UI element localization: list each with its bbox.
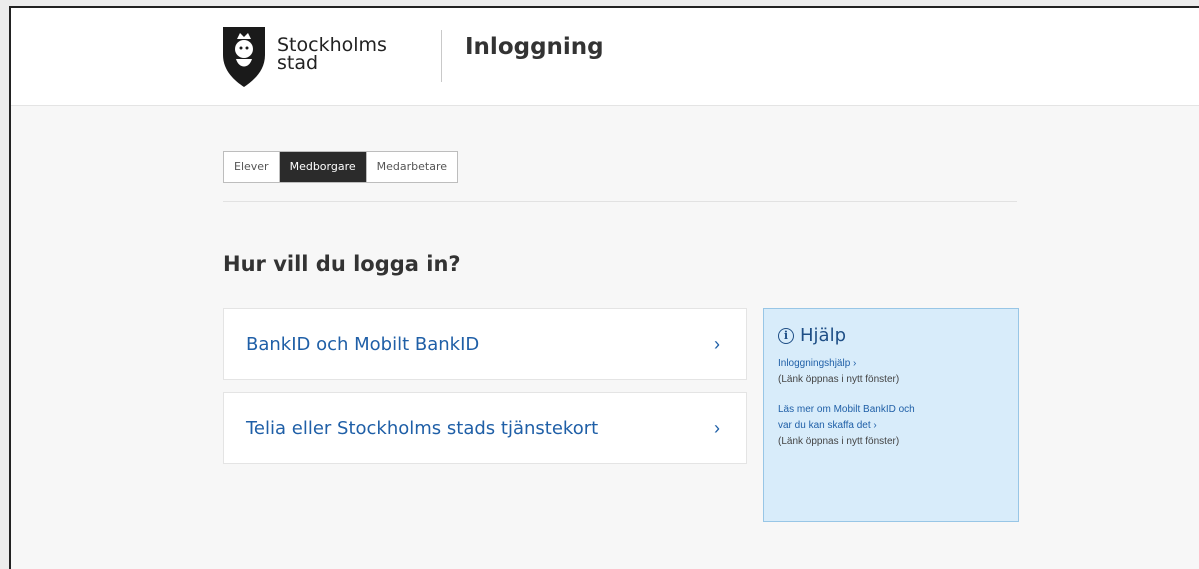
user-type-tabs: Elever Medborgare Medarbetare — [223, 151, 458, 183]
login-help-link[interactable]: Inloggningshjälp › — [778, 356, 1004, 372]
help-title-text: Hjälp — [800, 325, 846, 346]
chevron-right-icon: › — [714, 417, 720, 438]
divider — [223, 201, 1017, 202]
header-divider — [441, 30, 442, 82]
bankid-option-label: BankID och Mobilt BankID — [246, 333, 480, 355]
bankid-option[interactable]: BankID och Mobilt BankID › — [223, 308, 747, 380]
header: Stockholms stad Inloggning — [11, 8, 1199, 106]
logo-line2: stad — [277, 52, 319, 74]
login-question-heading: Hur vill du logga in? — [223, 252, 461, 276]
help-box: i Hjälp Inloggningshjälp › (Länk öppnas … — [763, 308, 1019, 522]
stockholm-shield-icon — [223, 27, 265, 87]
help-note-2: (Länk öppnas i nytt fönster) — [778, 436, 900, 447]
browser-frame: Stockholms stad Inloggning Elever Medbor… — [9, 6, 1199, 569]
tjanstekort-option-label: Telia eller Stockholms stads tjänstekort — [246, 417, 599, 439]
help-title: i Hjälp — [778, 325, 1004, 346]
help-note-1: (Länk öppnas i nytt fönster) — [778, 374, 900, 385]
info-icon: i — [778, 327, 794, 344]
tab-elever[interactable]: Elever — [224, 152, 279, 182]
page-title: Inloggning — [465, 34, 604, 60]
tab-medborgare[interactable]: Medborgare — [278, 152, 366, 182]
tjanstekort-option[interactable]: Telia eller Stockholms stads tjänstekort… — [223, 392, 747, 464]
tab-medarbetare[interactable]: Medarbetare — [365, 152, 457, 182]
logo-text: Stockholms stad — [277, 36, 387, 74]
mobilt-bankid-info-link-line1[interactable]: Läs mer om Mobilt BankID och — [778, 402, 1004, 418]
chevron-right-icon: › — [714, 333, 720, 354]
mobilt-bankid-info-link-line2[interactable]: var du kan skaffa det › — [778, 418, 1004, 434]
